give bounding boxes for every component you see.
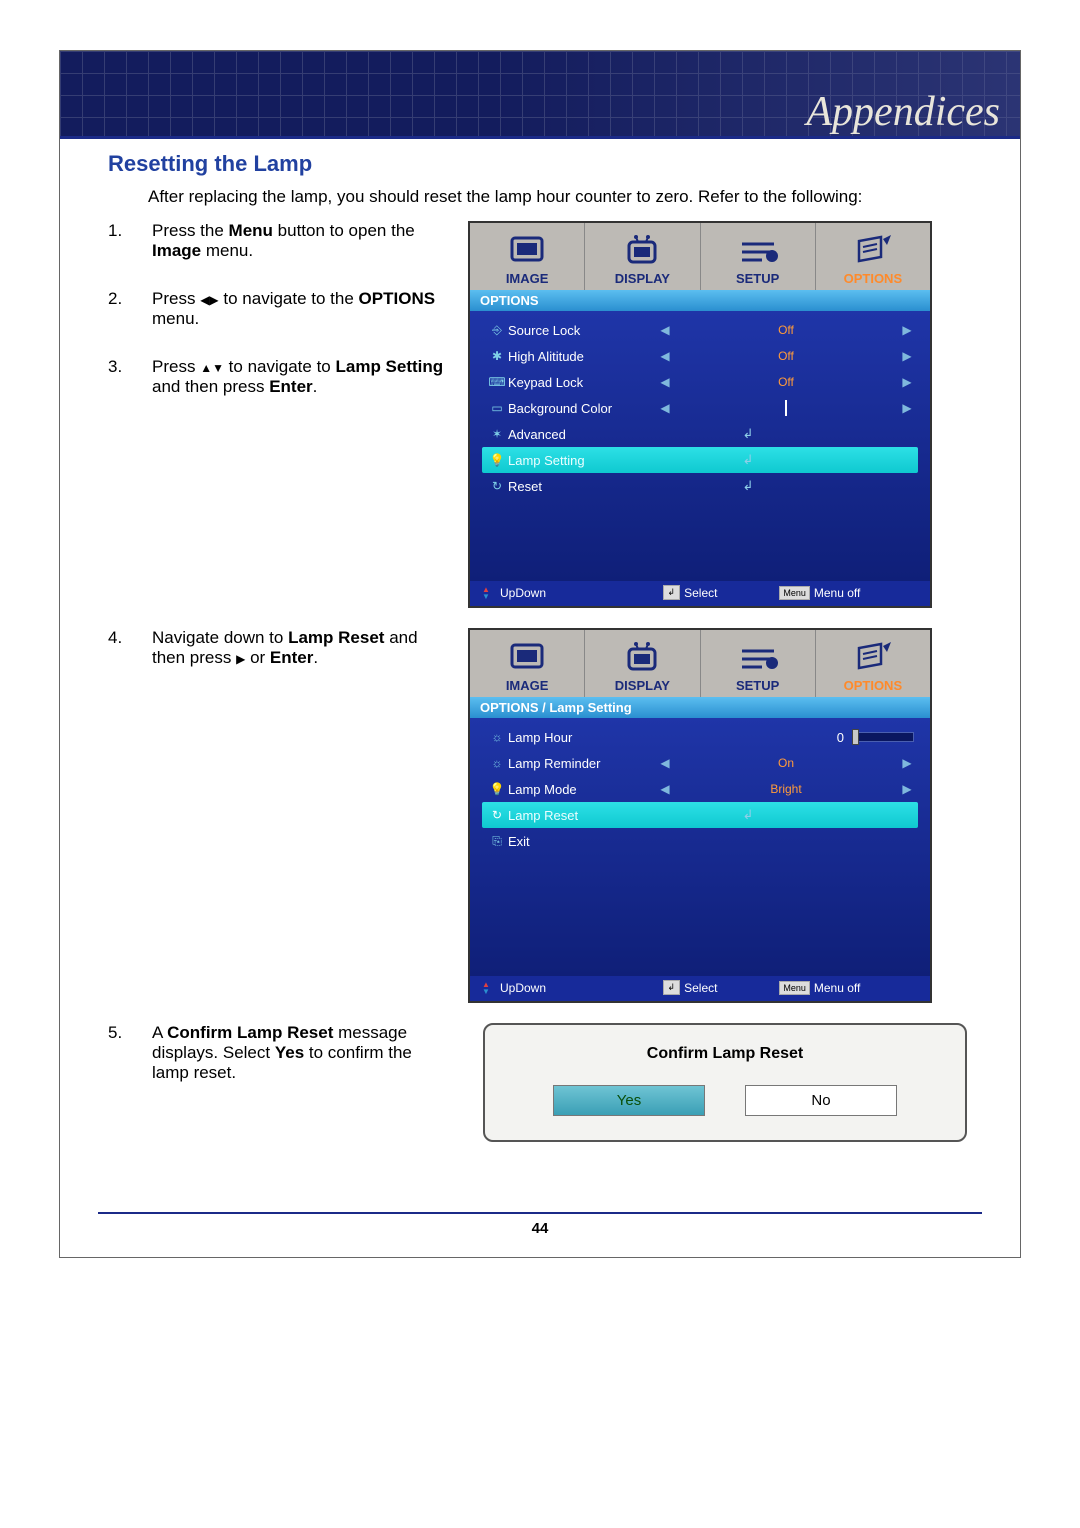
menu-item-exit[interactable]: ⎘ Exit [482,828,918,854]
menu-item-lamp-setting[interactable]: 💡 Lamp Setting ↲ [482,447,918,473]
left-right-arrows-icon [200,289,218,308]
page-number: 44 [98,1212,982,1257]
enter-arrow-icon: ↲ [658,426,838,442]
altitude-icon: ✱ [486,349,508,363]
left-arrow-icon: ◀ [658,323,672,337]
updown-key-icon [482,981,496,995]
step-3: 3. Press to navigate to Lamp Setting and… [108,357,448,397]
menu-item-reset[interactable]: ↻ Reset ↲ [482,473,918,499]
lamp-icon: 💡 [486,453,508,467]
confirm-title: Confirm Lamp Reset [505,1045,945,1063]
osd-menu-lamp-setting: IMAGE DISPLAY SETUP [468,628,932,1003]
menu-key-icon: Menu [779,586,810,600]
slider[interactable] [852,732,914,742]
lamp-reset-icon: ↻ [486,808,508,822]
osd-footer: UpDown ↲Select MenuMenu off [470,976,930,1001]
menu-key-icon: Menu [779,981,810,995]
confirm-dialog: Confirm Lamp Reset Yes No [483,1023,967,1142]
menu-item-advanced[interactable]: ✶ Advanced ↲ [482,421,918,447]
menu-item-lamp-mode[interactable]: 💡 Lamp Mode ◀ Bright ▶ [482,776,918,802]
section-title: Resetting the Lamp [108,151,982,177]
advanced-icon: ✶ [486,427,508,441]
setup-tab-icon [701,229,815,271]
step-4: 4. Navigate down to Lamp Reset and then … [108,628,448,668]
color-swatch [785,400,787,416]
tab-setup[interactable]: SETUP [701,630,816,697]
header-title: Appendices [806,88,1000,136]
osd-breadcrumb: OPTIONS / Lamp Setting [470,697,930,718]
enter-key-icon: ↲ [663,980,681,995]
step-2: 2. Press to navigate to the OPTIONS menu… [108,289,448,329]
source-lock-icon: ⎆ [486,323,508,338]
osd-breadcrumb: OPTIONS [470,290,930,311]
tab-image[interactable]: IMAGE [470,630,585,697]
tab-image[interactable]: IMAGE [470,223,585,290]
menu-item-high-altitude[interactable]: ✱ High Alititude ◀ Off ▶ [482,343,918,369]
menu-item-lamp-reset[interactable]: ↻ Lamp Reset ↲ [482,802,918,828]
options-tab-icon [816,229,930,271]
document-page: Appendices Resetting the Lamp After repl… [59,50,1021,1258]
up-down-arrows-icon [200,357,224,376]
section-intro: After replacing the lamp, you should res… [148,187,982,207]
image-tab-icon [470,229,584,271]
lamp-icon: 💡 [486,782,508,796]
no-button[interactable]: No [745,1085,897,1116]
options-tab-icon [816,636,930,678]
tab-options[interactable]: OPTIONS [816,223,930,290]
tab-display[interactable]: DISPLAY [585,223,700,290]
image-tab-icon [470,636,584,678]
step-5: 5. A Confirm Lamp Reset message displays… [108,1023,448,1083]
page-header: Appendices [60,51,1020,136]
reset-icon: ↻ [486,479,508,493]
menu-item-keypad-lock[interactable]: ⌨ Keypad Lock ◀ Off ▶ [482,369,918,395]
enter-arrow-icon: ↲ [658,452,838,468]
menu-item-lamp-reminder[interactable]: ☼ Lamp Reminder ◀ On ▶ [482,750,918,776]
osd-menu-options: IMAGE DISPLAY SETUP [468,221,932,608]
display-tab-icon [585,636,699,678]
enter-arrow-icon: ↲ [658,478,838,494]
menu-item-background-color[interactable]: ▭ Background Color ◀ ▶ [482,395,918,421]
step-1: 1. Press the Menu button to open the Ima… [108,221,448,261]
tab-options[interactable]: OPTIONS [816,630,930,697]
osd-footer: UpDown ↲Select MenuMenu off [470,581,930,606]
right-arrow-icon: ▶ [900,323,914,337]
keypad-lock-icon: ⌨ [486,375,508,389]
enter-key-icon: ↲ [663,585,681,600]
osd-tabs: IMAGE DISPLAY SETUP [470,223,930,290]
yes-button[interactable]: Yes [553,1085,705,1116]
menu-item-source-lock[interactable]: ⎆ Source Lock ◀ Off ▶ [482,317,918,343]
setup-tab-icon [701,636,815,678]
right-arrow-icon [236,648,245,667]
exit-icon: ⎘ [486,834,508,849]
background-color-icon: ▭ [486,401,508,415]
enter-arrow-icon: ↲ [658,807,838,823]
display-tab-icon [585,229,699,271]
updown-key-icon [482,586,496,600]
lamp-icon: ☼ [486,730,508,744]
tab-display[interactable]: DISPLAY [585,630,700,697]
tab-setup[interactable]: SETUP [701,223,816,290]
lamp-icon: ☼ [486,756,508,770]
menu-item-lamp-hour[interactable]: ☼ Lamp Hour 0 [482,724,918,750]
